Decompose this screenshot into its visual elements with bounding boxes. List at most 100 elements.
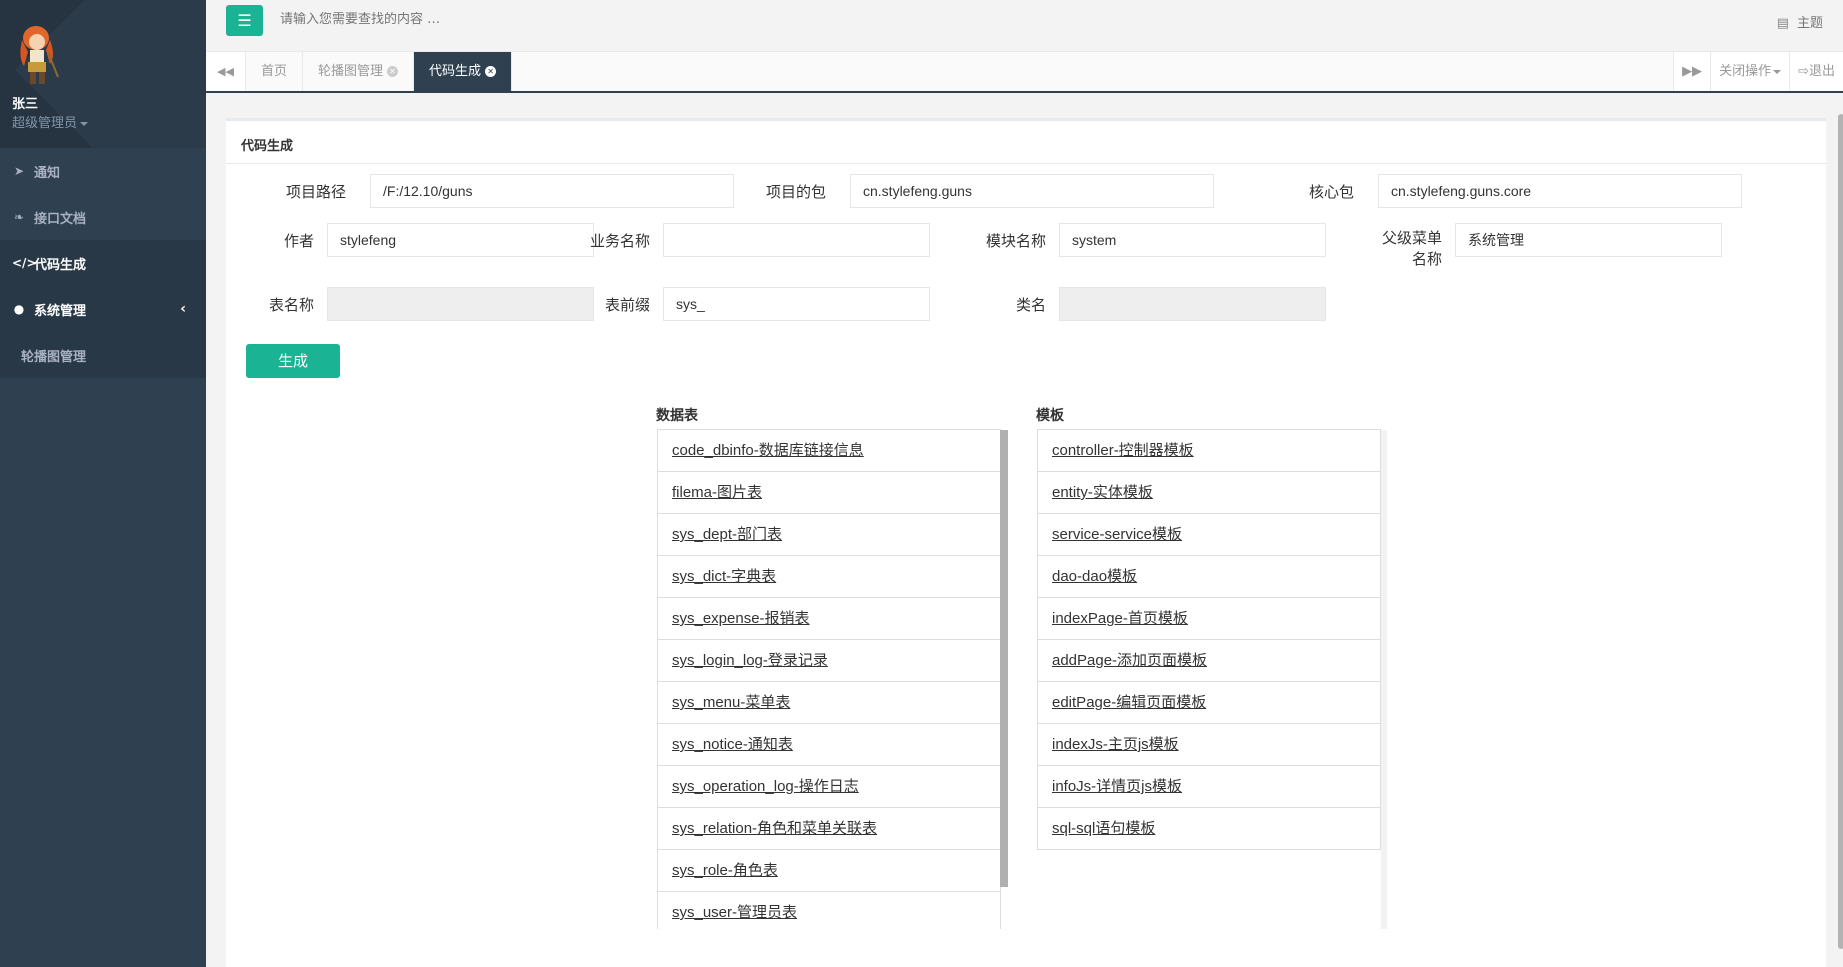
template-list-item[interactable]: infoJs-详情页js模板 [1038,766,1380,808]
table-name-input[interactable] [327,287,594,321]
template-list-item[interactable]: dao-dao模板 [1038,556,1380,598]
project-package-input[interactable] [850,174,1214,208]
content-area: 代码生成 项目路径 项目的包 核心包 作者 业务名称 模块名称 父级菜单名称 [206,93,1843,967]
core-package-label: 核心包 [1308,182,1354,201]
table-list-item[interactable]: sys_relation-角色和菜单关联表 [658,808,1000,850]
tabs-scroll-left-button[interactable]: ◀◀ [206,52,246,91]
page-scrollbar[interactable] [1838,114,1843,949]
tasks-icon: ▤ [1776,16,1789,31]
parent-menu-input[interactable] [1455,223,1722,257]
table-list-item[interactable]: sys_dict-字典表 [658,556,1000,598]
caret-down-icon [1773,69,1782,74]
table-name-label: 表名称 [268,295,314,314]
sidebar-subitem-banner-management[interactable]: 轮播图管理 [0,332,206,378]
sidebar-item-system-management[interactable]: ● 系统管理 ‹ [0,286,206,332]
table-list-item[interactable]: sys_dept-部门表 [658,514,1000,556]
user-role-label: 超级管理员 [12,116,78,131]
template-list-item[interactable]: sql-sql语句模板 [1038,808,1380,849]
biz-name-input[interactable] [663,223,930,257]
hamburger-icon: ☰ [237,11,252,30]
parent-menu-label-line1: 父级菜单 [1381,229,1442,247]
template-list-item[interactable]: service-service模板 [1038,514,1380,556]
template-list-item[interactable]: entity-实体模板 [1038,472,1380,514]
tab-home[interactable]: 首页 [246,52,304,91]
logout-button[interactable]: ⇨退出 [1789,52,1843,91]
tables-list: code_dbinfo-数据库链接信息 filema-图片表 sys_dept-部门… [657,429,1001,929]
sidebar-item-label: 通知 [34,165,61,181]
tab-label: 轮播图管理 [318,64,384,79]
sidebar-item-api-docs[interactable]: ❧ 接口文档 [0,194,206,240]
templates-scroll-track [1381,430,1387,929]
author-input[interactable] [327,223,594,257]
tab-banner-management[interactable]: 轮播图管理 ✕ [303,52,415,91]
user-role-dropdown[interactable]: 超级管理员 [12,112,89,131]
close-icon[interactable]: ✕ [387,66,399,77]
sidebar-item-notice[interactable]: ➤ 通知 [0,148,206,194]
tables-scrollbar[interactable] [1000,430,1008,887]
sidebar-item-label: 系统管理 [34,303,87,319]
tab-label: 首页 [261,64,288,79]
sign-out-icon: ⇨ [1798,64,1809,79]
table-list-item[interactable]: sys_operation_log-操作日志 [658,766,1000,808]
table-list-item[interactable]: sys_login_log-登录记录 [658,640,1000,682]
paper-plane-icon: ➤ [13,164,25,178]
table-list-item[interactable]: sys_expense-报销表 [658,598,1000,640]
tab-bar: ◀◀ 首页 轮播图管理 ✕ 代码生成 ✕ ▶▶ 关闭操作 ⇨退出 [206,52,1843,93]
class-name-label: 类名 [1015,295,1046,314]
table-prefix-input[interactable] [663,287,930,321]
user-name: 张三 [12,97,39,112]
table-list-item[interactable]: code_dbinfo-数据库链接信息 [658,430,1000,472]
user-icon: ● [13,302,25,316]
close-ops-dropdown[interactable]: 关闭操作 [1710,52,1790,91]
tab-label: 代码生成 [429,64,482,79]
template-list-item[interactable]: indexPage-首页模板 [1038,598,1380,640]
core-package-input[interactable] [1378,174,1742,208]
template-list-item[interactable]: controller-控制器模板 [1038,430,1380,472]
search-input[interactable] [280,12,680,27]
sidebar-item-label: 接口文档 [34,211,87,227]
forward-icon: ▶▶ [1682,64,1703,79]
sidebar-item-label: 代码生成 [34,257,87,273]
table-list-item[interactable]: sys_menu-菜单表 [658,682,1000,724]
project-path-input[interactable] [370,174,734,208]
avatar[interactable] [12,22,64,88]
code-icon: </> [12,256,37,270]
tab-code-gen[interactable]: 代码生成 ✕ [414,52,513,91]
templates-list: controller-控制器模板 entity-实体模板 service-servi… [1037,429,1381,850]
sidebar: 张三 超级管理员 ➤ 通知 ❧ 接口文档 </> 代码生成 ● 系统管理 ‹ 轮… [0,0,206,967]
tables-header: 数据表 [656,408,698,424]
biz-name-label: 业务名称 [589,231,650,250]
table-prefix-label: 表前缀 [604,295,650,314]
module-name-input[interactable] [1059,223,1326,257]
generate-button[interactable]: 生成 [246,344,340,378]
caret-down-icon [80,121,89,126]
table-list-item[interactable]: sys_user-管理员表 [658,892,1000,929]
leaf-icon: ❧ [13,210,25,224]
table-list-item[interactable]: filema-图片表 [658,472,1000,514]
theme-label: 主题 [1796,16,1823,31]
close-icon[interactable]: ✕ [485,66,497,77]
templates-header: 模板 [1036,408,1064,424]
parent-menu-label-line2: 名称 [1411,250,1442,268]
class-name-input[interactable] [1059,287,1326,321]
template-list-item[interactable]: editPage-编辑页面模板 [1038,682,1380,724]
chevron-left-icon: ‹ [180,301,186,317]
backward-icon: ◀◀ [217,65,234,78]
template-list-item[interactable]: indexJs-主页js模板 [1038,724,1380,766]
menu-toggle-button[interactable]: ☰ [226,5,263,36]
template-list-item[interactable]: addPage-添加页面模板 [1038,640,1380,682]
tabs-scroll-right-button[interactable]: ▶▶ [1673,52,1711,91]
module-name-label: 模块名称 [985,231,1046,250]
sidebar-item-code-gen[interactable]: </> 代码生成 [0,240,206,286]
table-list-item[interactable]: sys_role-角色表 [658,850,1000,892]
panel-title: 代码生成 [226,121,1826,164]
author-label: 作者 [283,231,314,250]
project-path-label: 项目路径 [285,182,346,201]
logout-label: 退出 [1808,64,1835,79]
topbar: ☰ ▤ 主题 [206,0,1843,52]
sidebar-subitem-label: 轮播图管理 [21,349,87,365]
theme-button[interactable]: ▤ 主题 [1777,12,1823,31]
profile-header: 张三 超级管理员 [0,0,206,148]
table-list-item[interactable]: sys_notice-通知表 [658,724,1000,766]
code-gen-panel: 代码生成 项目路径 项目的包 核心包 作者 业务名称 模块名称 父级菜单名称 [226,114,1843,967]
